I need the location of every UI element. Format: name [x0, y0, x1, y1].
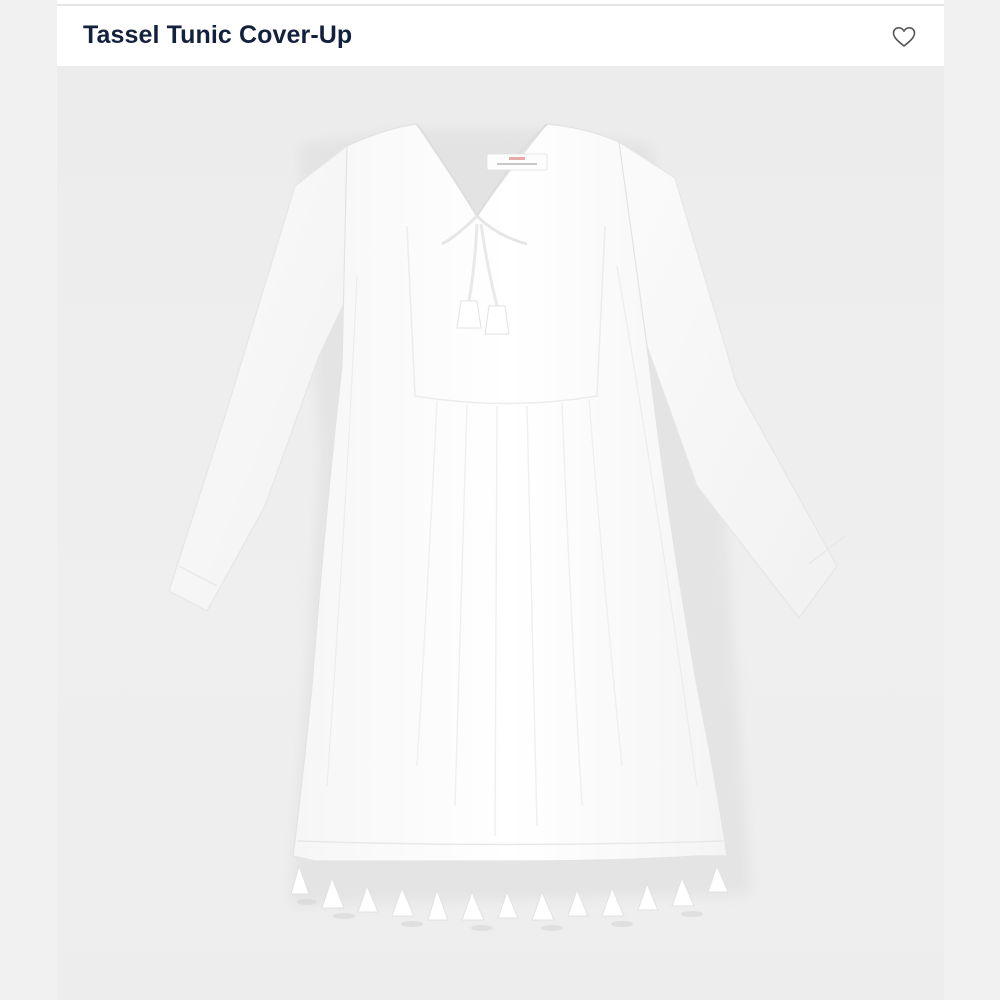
product-title: Tassel Tunic Cover-Up: [83, 21, 353, 49]
product-header: Tassel Tunic Cover-Up: [57, 6, 944, 66]
product-image[interactable]: [57, 66, 944, 1000]
white-tunic-photo: [168, 123, 846, 931]
product-card: Tassel Tunic Cover-Up: [57, 0, 944, 1000]
right-gutter: [944, 0, 1000, 1000]
left-gutter: [0, 0, 57, 1000]
heart-outline-icon[interactable]: [891, 25, 917, 49]
